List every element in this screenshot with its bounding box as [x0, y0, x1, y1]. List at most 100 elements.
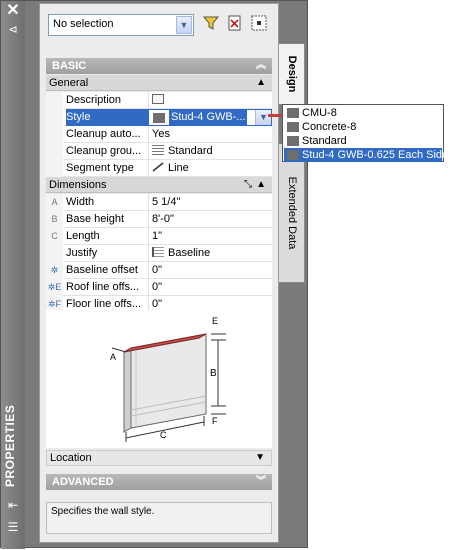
property-name: Baseline offset: [66, 264, 138, 276]
basic-section-header[interactable]: BASIC ︽: [46, 58, 272, 74]
properties-menu-icon[interactable]: ☰: [6, 520, 20, 534]
property-value[interactable]: 5 1/4": [148, 194, 272, 211]
basic-section-label: BASIC: [52, 60, 87, 72]
property-value[interactable]: Line: [148, 160, 272, 177]
property-name: Cleanup grou...: [66, 145, 142, 157]
dimension-key: A: [46, 194, 63, 211]
general-category[interactable]: General ▲: [46, 75, 272, 91]
property-name: Roof line offs...: [66, 281, 140, 293]
offset-icon: ✲: [46, 262, 63, 279]
style-swatch-icon: [153, 113, 165, 123]
close-icon[interactable]: ✕: [5, 3, 21, 19]
label-e: E: [212, 316, 218, 326]
dock-icon[interactable]: ⇤: [6, 498, 20, 512]
properties-palette: ✕ ⊲ PROPERTIES ⇤ ☰ No selection ▼ BASIC …: [0, 0, 308, 549]
line-icon: [152, 162, 164, 172]
property-row-description[interactable]: Description: [46, 92, 272, 109]
property-name: Width: [66, 196, 95, 208]
property-row-width[interactable]: A Width 5 1/4": [46, 194, 272, 211]
list-item[interactable]: Standard: [284, 134, 442, 148]
property-name: Justify: [66, 247, 98, 259]
list-item[interactable]: Concrete-8: [284, 120, 442, 134]
segment-type-value: Line: [168, 162, 189, 174]
property-row-length[interactable]: C Length 1": [46, 228, 272, 245]
property-row-cleanup-auto[interactable]: Cleanup auto... Yes: [46, 126, 272, 143]
property-name: Base height: [66, 213, 125, 225]
flyout-connector: [268, 114, 282, 117]
properties-content: No selection ▼ BASIC ︽ General ▲ Descrip…: [39, 3, 279, 543]
property-row-cleanup-group[interactable]: Cleanup grou... Standard: [46, 143, 272, 160]
chevron-up-icon[interactable]: ▲: [256, 177, 266, 193]
property-row-justify[interactable]: Justify Baseline: [46, 245, 272, 262]
property-row-base-height[interactable]: B Base height 8'-0": [46, 211, 272, 228]
advanced-section-label: ADVANCED: [52, 476, 114, 488]
list-item[interactable]: CMU-8: [284, 106, 442, 120]
toggle-pickadd-icon[interactable]: [224, 14, 246, 36]
collapse-icon[interactable]: ︽: [256, 58, 266, 74]
style-swatch-icon: [287, 108, 299, 118]
palette-tabstrip: Design Extended Data: [279, 3, 305, 543]
property-row-roof-line-offset[interactable]: ✲E Roof line offs... 0": [46, 279, 272, 296]
expand-icon[interactable]: ︾: [256, 474, 266, 490]
chevron-up-icon[interactable]: ▲: [256, 75, 266, 91]
property-name: Cleanup auto...: [66, 128, 141, 140]
style-swatch-icon: [287, 136, 299, 146]
selection-value: No selection: [53, 18, 114, 30]
property-value[interactable]: 0": [148, 262, 272, 279]
tab-extended-data[interactable]: Extended Data: [279, 143, 305, 283]
style-dropdown[interactable]: Stud-4 GWB-... ▼: [148, 109, 272, 126]
justify-value: Baseline: [168, 247, 211, 259]
list-item-selected[interactable]: Stud-4 GWB-0.625 Each Side: [284, 148, 448, 162]
wall-diagram: B E F A C: [110, 316, 226, 442]
general-category-label: General: [49, 77, 89, 89]
tab-design[interactable]: Design: [279, 43, 305, 105]
property-row-style[interactable]: Style Stud-4 GWB-... ▼: [46, 109, 272, 126]
selection-dropdown[interactable]: No selection ▼: [48, 14, 194, 36]
chevron-down-icon[interactable]: ▼: [176, 16, 192, 34]
select-objects-icon[interactable]: [248, 14, 270, 36]
label-b: B: [210, 368, 217, 379]
description-icon: [152, 94, 164, 104]
location-category[interactable]: Location ▼: [46, 450, 272, 466]
location-category-label: Location: [50, 452, 92, 464]
property-name: Style: [66, 109, 148, 126]
property-row-segment-type[interactable]: Segment type Line: [46, 160, 272, 177]
property-value[interactable]: 8'-0": [148, 211, 272, 228]
dimension-key: C: [46, 228, 63, 245]
label-f: F: [212, 416, 218, 426]
chevron-down-icon[interactable]: ▼: [255, 451, 265, 465]
dimension-edit-icon[interactable]: ⤡: [244, 177, 252, 193]
style-swatch-icon: [287, 150, 299, 160]
cleanup-group-icon: [152, 145, 164, 155]
property-row-baseline-offset[interactable]: ✲ Baseline offset 0": [46, 262, 272, 279]
dimension-key: B: [46, 211, 63, 228]
label-c: C: [160, 430, 167, 440]
wall-dimension-illustration: B E F A C: [46, 310, 272, 448]
property-value[interactable]: [148, 92, 272, 109]
property-value[interactable]: 0": [148, 279, 272, 296]
advanced-section-header[interactable]: ADVANCED ︾: [46, 474, 272, 490]
property-value[interactable]: Baseline: [148, 245, 272, 262]
property-value[interactable]: 1": [148, 228, 272, 245]
property-value[interactable]: Yes: [148, 126, 272, 143]
style-swatch-icon: [287, 122, 299, 132]
palette-titlebar[interactable]: ✕ ⊲ PROPERTIES ⇤ ☰: [1, 1, 25, 549]
label-a: A: [110, 352, 116, 362]
autohide-icon[interactable]: ⊲: [5, 23, 21, 39]
dimensions-category[interactable]: Dimensions ⤡ ▲: [46, 177, 272, 193]
property-description: Specifies the wall style.: [51, 506, 155, 517]
justify-icon: [152, 247, 164, 257]
palette-title: PROPERTIES: [3, 404, 17, 488]
dimensions-category-label: Dimensions: [49, 179, 107, 191]
property-description-box: Specifies the wall style.: [46, 502, 272, 534]
property-name: Segment type: [66, 162, 134, 174]
style-options-list[interactable]: CMU-8 Concrete-8 Standard Stud-4 GWB-0.6…: [282, 104, 448, 162]
property-name: Description: [66, 94, 122, 106]
cleanup-group-value: Standard: [168, 145, 213, 157]
chevron-down-icon[interactable]: ▼: [255, 110, 271, 125]
property-value[interactable]: Standard: [148, 143, 272, 160]
property-name: Length: [66, 230, 100, 242]
quick-select-icon[interactable]: [200, 14, 222, 36]
style-value: Stud-4 GWB-...: [169, 110, 247, 125]
dimension-key: ✲E: [46, 279, 63, 296]
